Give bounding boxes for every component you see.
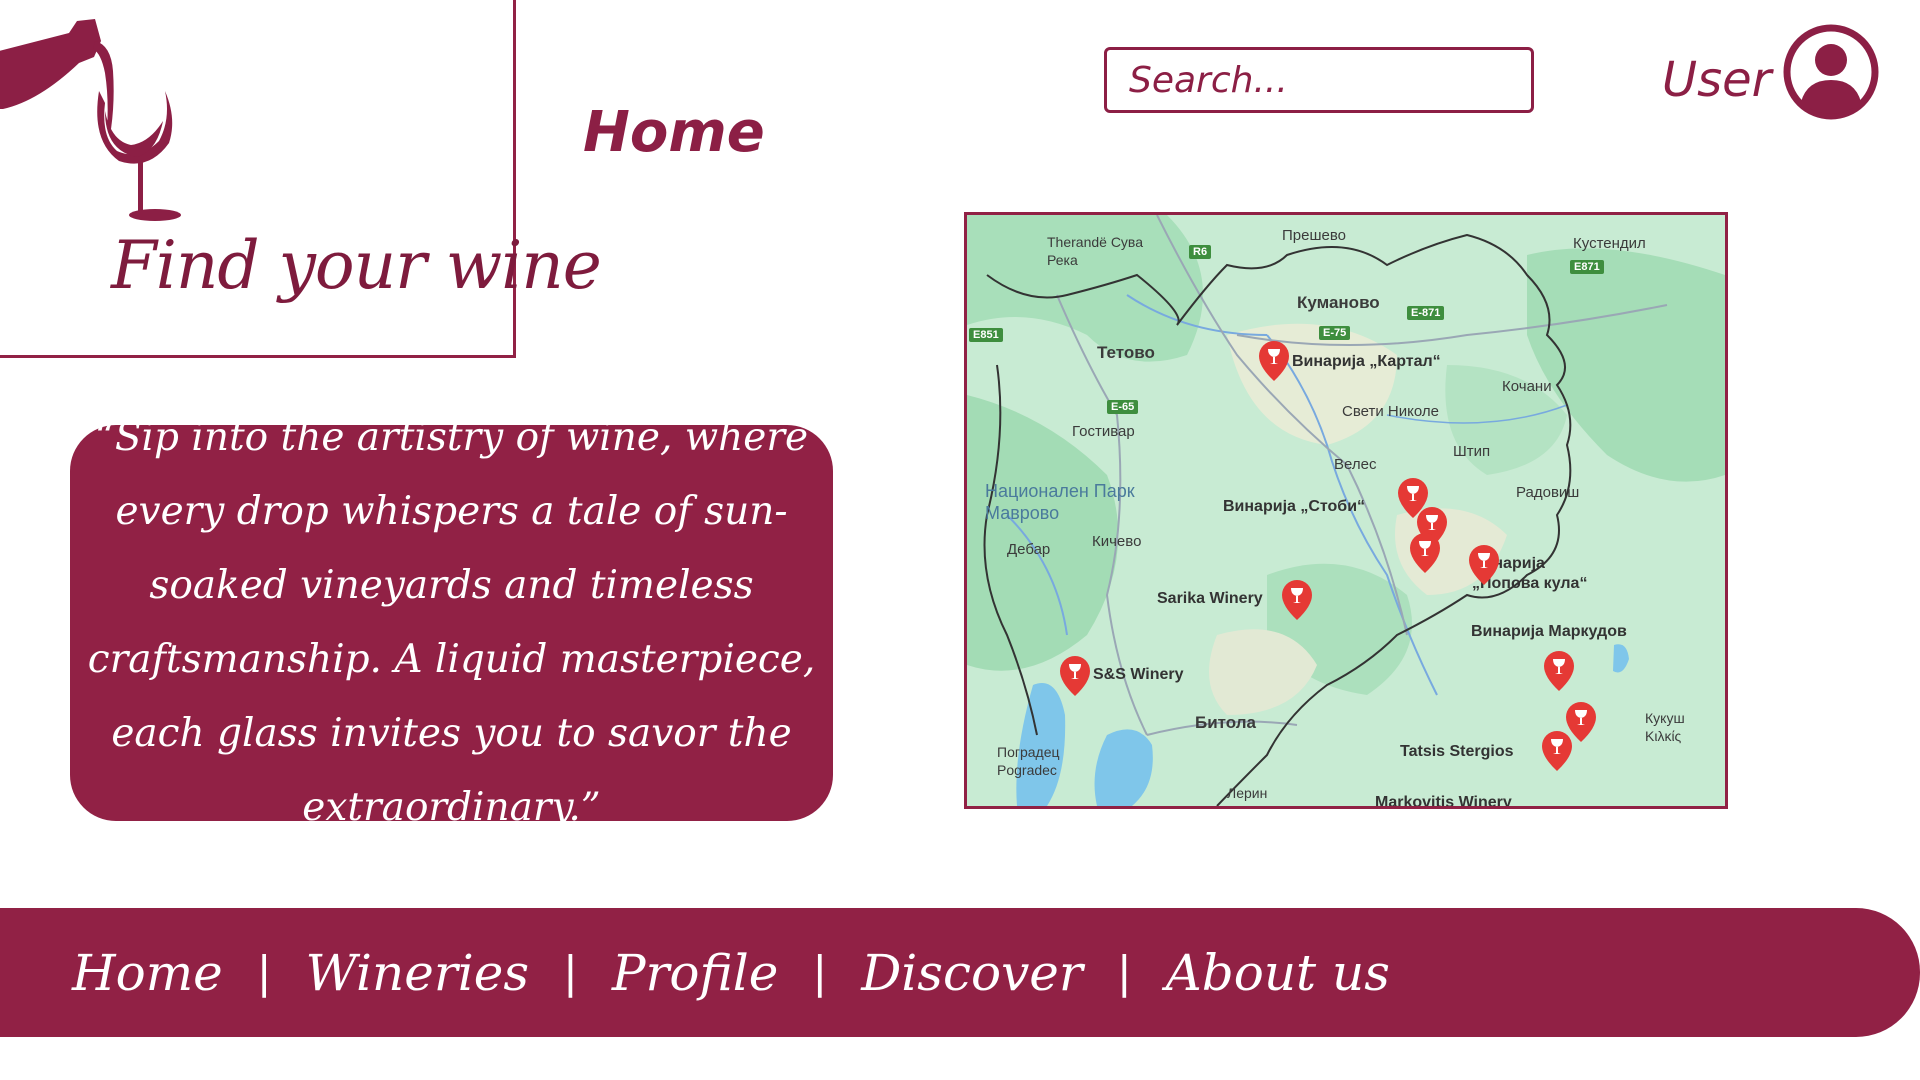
map-label-gostivar: Гостивар	[1072, 423, 1135, 440]
nav-separator: |	[256, 947, 272, 998]
map-label-kochani: Кочани	[1502, 378, 1552, 395]
map-label-pogradec: Поградец Pogradec	[997, 744, 1060, 778]
nav-about-us[interactable]: About us	[1166, 944, 1390, 1002]
road-shield: E-871	[1407, 306, 1445, 320]
winery-pin-icon[interactable]	[1542, 731, 1572, 771]
map-label-kichevo: Кичево	[1092, 533, 1142, 550]
map-label-radovish: Радовиш	[1516, 484, 1580, 501]
road-shield: E871	[1570, 260, 1604, 274]
winery-pin-icon[interactable]	[1469, 545, 1499, 585]
map-label-mavrovo: Национален Парк Маврово	[985, 481, 1135, 523]
wine-bottle-pouring-icon	[0, 19, 181, 221]
quote-box: “Sip into the artistry of wine, where ev…	[70, 415, 833, 830]
nav-separator: |	[562, 947, 578, 998]
footer-nav: Home | Wineries | Profile | Discover | A…	[0, 908, 1920, 1037]
road-shield: R6	[1189, 245, 1212, 259]
winery-map[interactable]: Куманово Тетово Гостивар Свети Николе Ко…	[964, 212, 1728, 809]
winery-pin-icon[interactable]	[1282, 580, 1312, 620]
logo-box[interactable]: Find your wine	[0, 0, 602, 358]
map-label-kustendil: Кустендил	[1573, 235, 1646, 252]
road-shield: E-75	[1319, 326, 1351, 340]
nav-discover[interactable]: Discover	[861, 944, 1083, 1002]
map-label-bitola: Битола	[1195, 713, 1256, 732]
user-label[interactable]: User	[1662, 52, 1771, 108]
winery-label-kartal[interactable]: Винарија „Картал“	[1292, 353, 1441, 371]
winery-label-ss[interactable]: S&S Winery	[1093, 666, 1184, 684]
winery-label-stobi[interactable]: Винарија „Стоби“	[1223, 498, 1365, 516]
nav-wineries[interactable]: Wineries	[306, 944, 529, 1002]
winery-label-markovitis[interactable]: Markovitis Winery	[1375, 794, 1512, 806]
road-shield: E-65	[1107, 400, 1139, 414]
page-title: Home	[583, 100, 765, 165]
nav-separator: |	[812, 947, 828, 998]
nav-profile[interactable]: Profile	[612, 944, 779, 1002]
winery-pin-icon[interactable]	[1544, 651, 1574, 691]
winery-pin-icon[interactable]	[1410, 533, 1440, 573]
road-shield: E851	[969, 328, 1003, 342]
map-label-tetovo: Тетово	[1097, 343, 1155, 362]
user-circle-icon[interactable]	[1781, 22, 1881, 122]
map-label-lerin: Лерин	[1227, 785, 1268, 801]
winery-label-tatsis[interactable]: Tatsis Stergios	[1400, 743, 1514, 761]
logo-text: Find your wine	[111, 227, 602, 304]
winery-label-sarika[interactable]: Sarika Winery	[1157, 590, 1263, 608]
map-label-veles: Велес	[1334, 456, 1377, 473]
winery-pin-icon[interactable]	[1060, 656, 1090, 696]
winery-label-markudov[interactable]: Винарија Маркудов	[1471, 623, 1627, 641]
map-label-sveti-nikole: Свети Николе	[1342, 403, 1439, 420]
map-label-kukush: Кукуш Κιλκίς	[1645, 710, 1685, 744]
map-label-shtip: Штип	[1453, 443, 1491, 460]
map-label-kumanovo: Куманово	[1297, 293, 1380, 312]
map-label-debar: Дебар	[1007, 541, 1051, 558]
quote-text: “Sip into the artistry of wine, where ev…	[87, 415, 816, 830]
search-input[interactable]	[1104, 47, 1534, 113]
nav-separator: |	[1116, 947, 1132, 998]
map-label-preshevo: Прешево	[1282, 227, 1346, 244]
map-label-therande: Therandë Сува Река	[1047, 234, 1143, 268]
nav-home[interactable]: Home	[72, 944, 223, 1002]
winery-pin-icon[interactable]	[1259, 341, 1289, 381]
